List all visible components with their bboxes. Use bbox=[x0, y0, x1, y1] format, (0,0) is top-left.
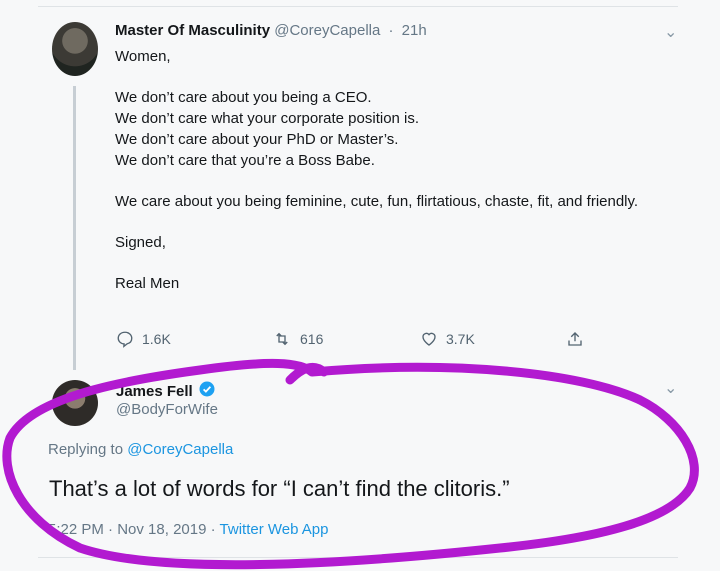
tweet-line: Women, bbox=[115, 48, 171, 65]
share-button[interactable] bbox=[566, 330, 592, 348]
retweet-button[interactable]: 616 bbox=[272, 330, 323, 348]
tweet-meta: 5:22 PM · Nov 18, 2019 · Twitter Web App bbox=[48, 521, 329, 538]
like-button[interactable]: 3.7K bbox=[420, 330, 475, 348]
tweet-header: Master Of Masculinity @CoreyCapella · 21… bbox=[115, 22, 427, 39]
tweet-line: Real Men bbox=[115, 275, 180, 292]
timestamp[interactable]: 21h bbox=[402, 22, 427, 39]
replying-to-link[interactable]: @CoreyCapella bbox=[127, 441, 233, 458]
tweet-text: That’s a lot of words for “I can’t find … bbox=[49, 476, 510, 501]
reply-count: 1.6K bbox=[142, 331, 171, 347]
reply-button[interactable]: 1.6K bbox=[116, 330, 171, 348]
chevron-down-icon[interactable]: ⌄ bbox=[664, 378, 677, 398]
bottom-divider bbox=[38, 557, 678, 558]
avatar[interactable] bbox=[52, 22, 98, 76]
tweet-line: Signed, bbox=[115, 234, 166, 251]
tweet-time[interactable]: 5:22 PM bbox=[48, 521, 104, 538]
retweet-icon bbox=[276, 332, 288, 346]
display-name[interactable]: James Fell bbox=[116, 380, 216, 402]
handle[interactable]: @CoreyCapella bbox=[274, 22, 380, 39]
verified-badge-icon bbox=[198, 380, 216, 402]
handle[interactable]: @BodyForWife bbox=[116, 401, 218, 418]
tweet-line: We care about you being feminine, cute, … bbox=[115, 193, 639, 210]
heart-icon bbox=[422, 332, 436, 346]
replying-to: Replying to @CoreyCapella bbox=[48, 441, 233, 458]
tweet-line: We don’t care about your PhD or Master’s… bbox=[115, 131, 399, 148]
replying-prefix: Replying to bbox=[48, 441, 124, 458]
reply-icon bbox=[117, 331, 133, 348]
tweet-line: We don’t care about you being a CEO. bbox=[115, 89, 372, 106]
thread-connector-line bbox=[73, 86, 76, 370]
avatar[interactable] bbox=[52, 380, 98, 426]
tweet-line: We don’t care that you’re a Boss Babe. bbox=[115, 152, 375, 169]
like-count: 3.7K bbox=[446, 331, 475, 347]
tweet-line: We don’t care what your corporate positi… bbox=[115, 110, 420, 127]
tweet-date[interactable]: Nov 18, 2019 bbox=[117, 521, 206, 538]
top-divider bbox=[38, 0, 678, 7]
retweet-count: 616 bbox=[300, 331, 324, 347]
chevron-down-icon[interactable]: ⌄ bbox=[664, 22, 677, 42]
tweet-source-link[interactable]: Twitter Web App bbox=[220, 521, 329, 538]
tweet-text: Women, We don’t care about you being a C… bbox=[115, 46, 675, 294]
display-name[interactable]: Master Of Masculinity bbox=[115, 22, 270, 39]
separator-dot: · bbox=[388, 22, 394, 39]
share-icon bbox=[568, 332, 582, 346]
display-name-text: James Fell bbox=[116, 382, 193, 400]
